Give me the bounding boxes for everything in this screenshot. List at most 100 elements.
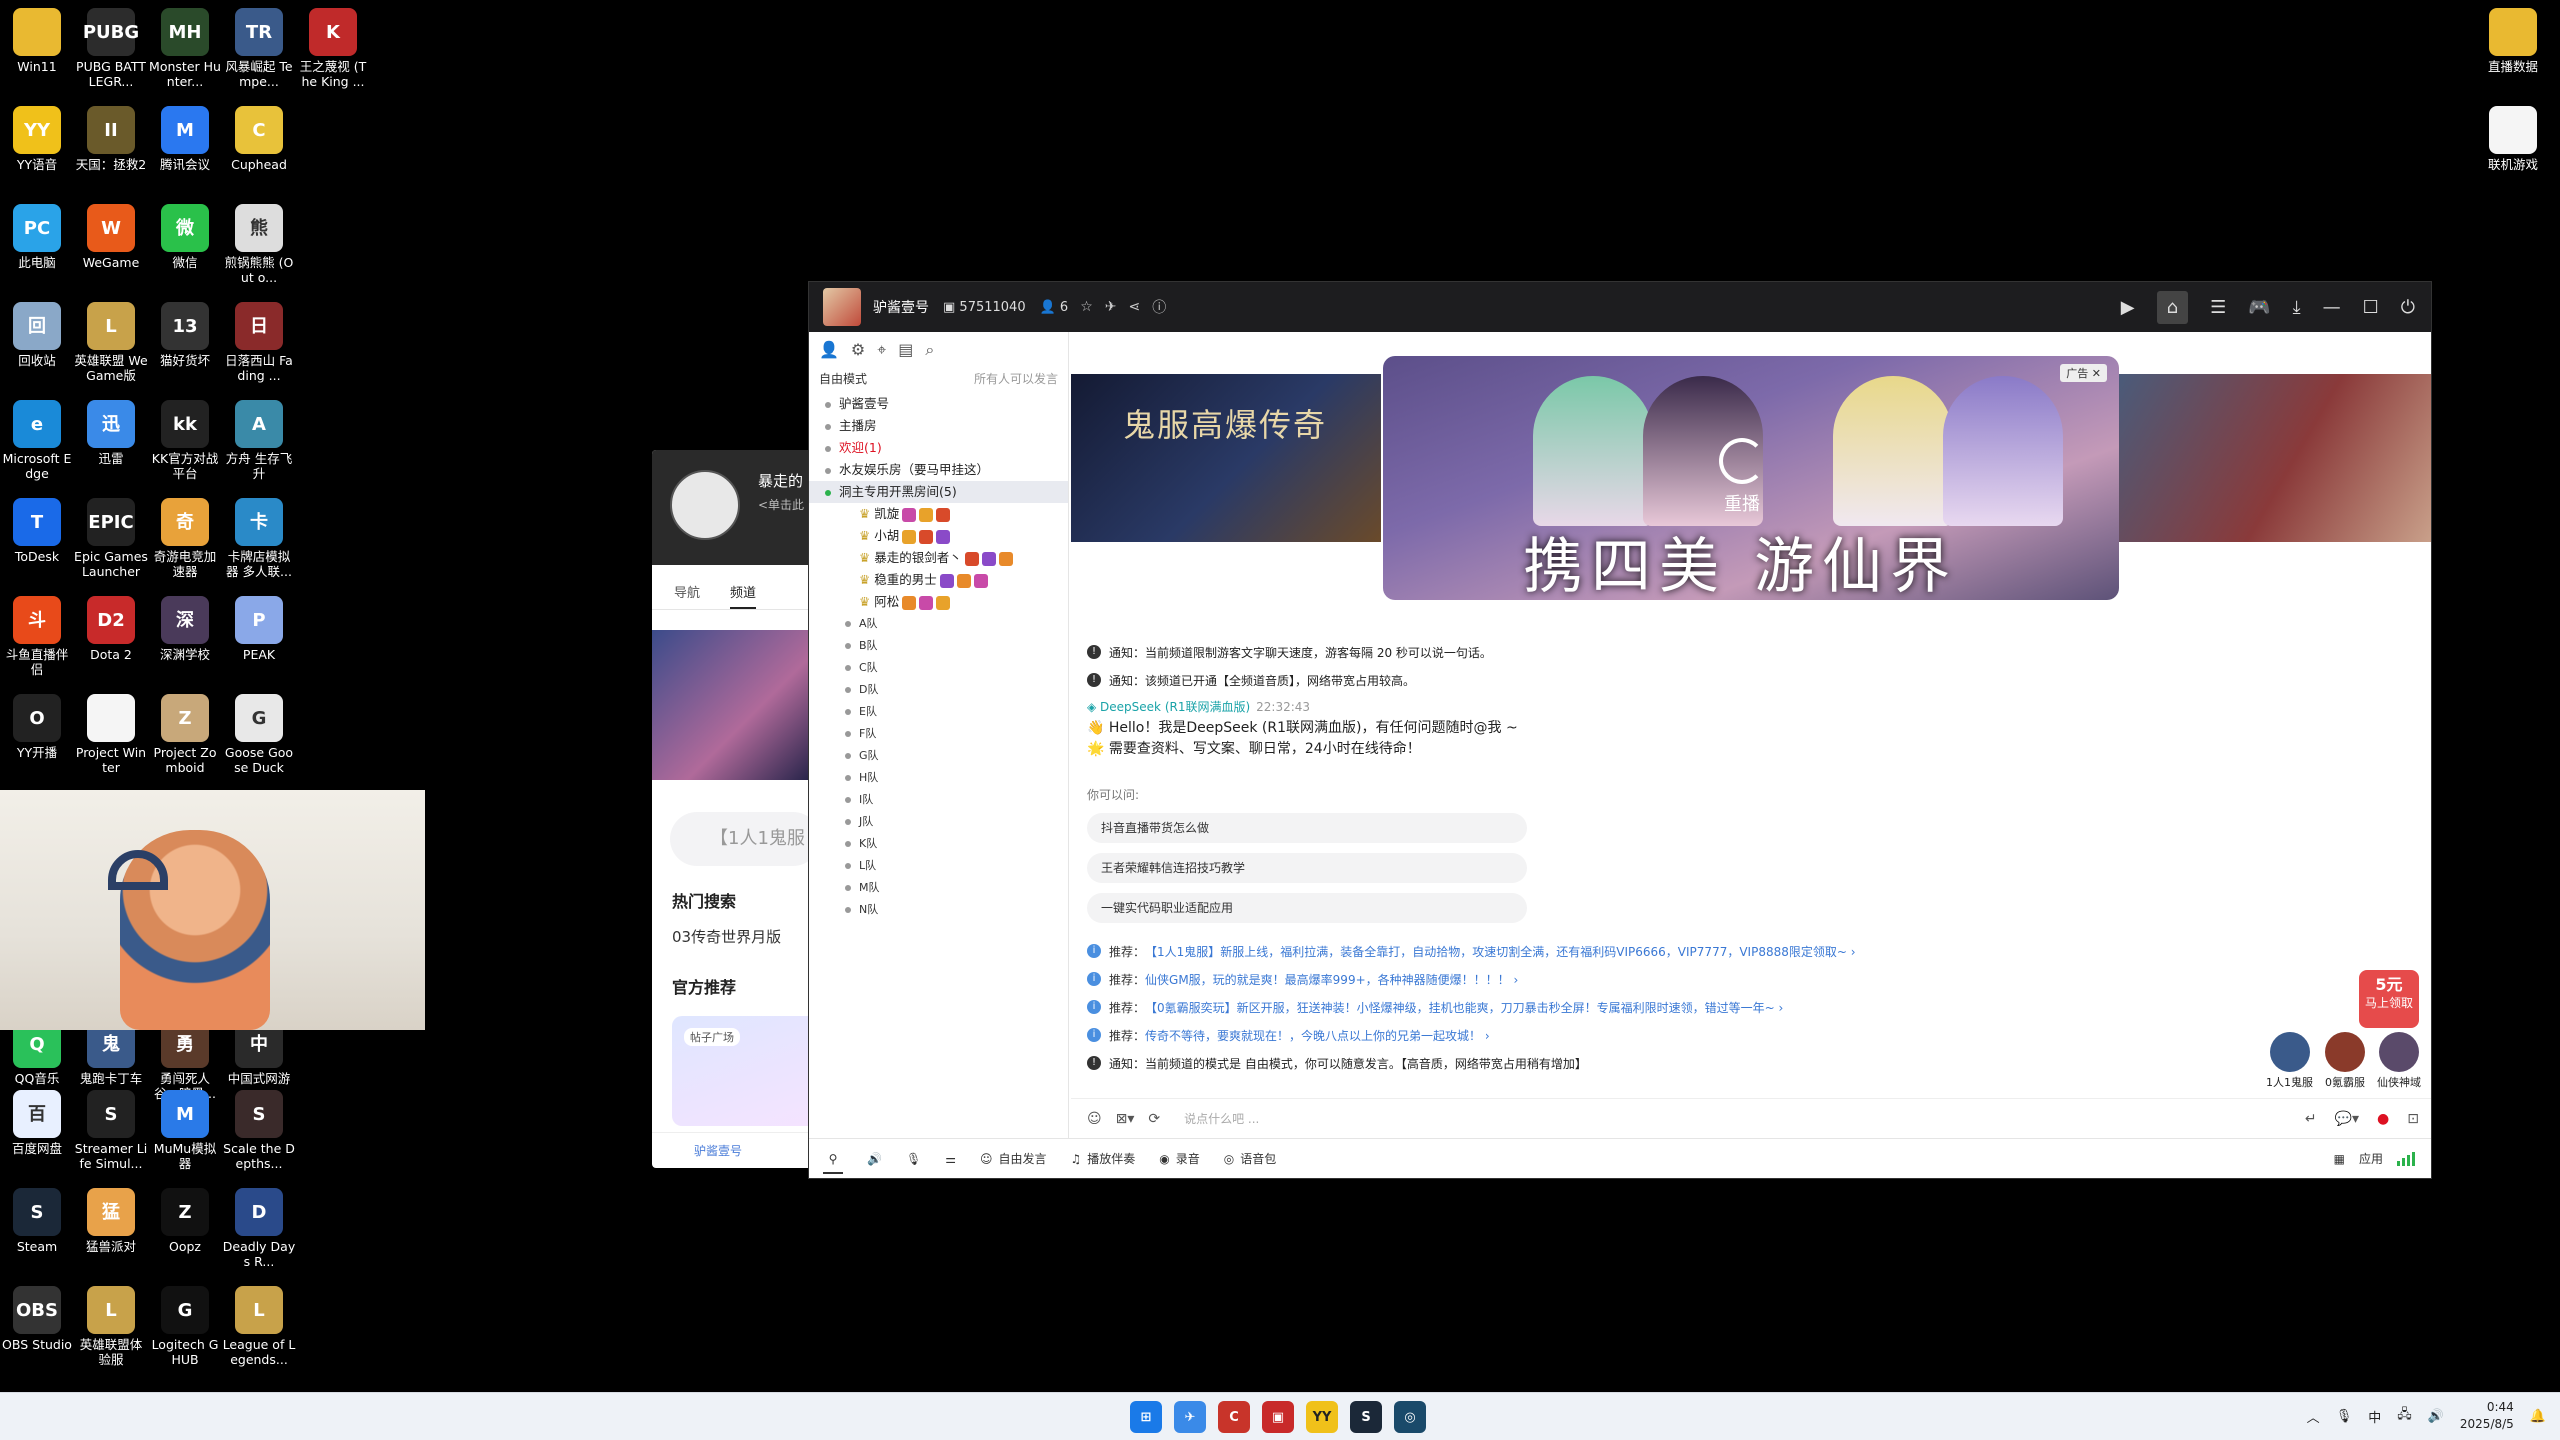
desktop-icon[interactable]: W WeGame xyxy=(74,200,148,270)
team-item[interactable]: H队 xyxy=(809,767,1068,789)
desktop-icon[interactable]: PUBG PUBG BATTLEGR... xyxy=(74,4,148,89)
enter-icon[interactable]: ↵ xyxy=(2305,1111,2317,1127)
power-icon[interactable]: ⏻ xyxy=(2401,297,2415,318)
avatar[interactable] xyxy=(670,470,740,540)
room-item[interactable]: 主播房 xyxy=(809,415,1068,437)
recommend-message[interactable]: i 推荐： 仙侠GM服，玩的就是爽！最高爆率999+，各种神器随便爆！！！！ › xyxy=(1087,965,2407,993)
record-button[interactable]: ◉ 录音 xyxy=(1159,1150,1200,1167)
maximize-icon[interactable]: ☐ xyxy=(2363,297,2379,318)
desktop-icon[interactable]: S Streamer Life Simul... xyxy=(74,1086,148,1171)
team-item[interactable]: N队 xyxy=(809,899,1068,921)
channel-avatar-item[interactable]: 1人1鬼服 xyxy=(2266,1032,2313,1090)
mic-red-icon[interactable]: ● xyxy=(2377,1111,2389,1127)
desktop-icon[interactable]: M MuMu模拟器 xyxy=(148,1086,222,1171)
desktop-icon[interactable]: kk KK官方对战平台 xyxy=(148,396,222,481)
steam-icon[interactable]: S xyxy=(1350,1401,1382,1433)
desktop-icon[interactable]: K 王之蔑视 (The King ... xyxy=(296,4,370,89)
desktop-icon[interactable]: P PEAK xyxy=(222,592,296,662)
recommend-link[interactable]: 传奇不等待，要爽就现在！，今晚八点以上你的兄弟一起攻城！ › xyxy=(1145,1027,1490,1044)
recommend-message[interactable]: i 推荐： 传奇不等待，要爽就现在！，今晚八点以上你的兄弟一起攻城！ › xyxy=(1087,1021,2407,1049)
suggest-chip[interactable]: 一键实代码职业适配应用 xyxy=(1087,893,1527,923)
windows-start-icon[interactable]: ⊞ xyxy=(1130,1401,1162,1433)
desktop-icon[interactable]: G Logitech G HUB xyxy=(148,1282,222,1367)
desktop-icon[interactable]: 卡卡牌店模拟器 多人联... xyxy=(222,494,296,579)
desktop-icon[interactable]: T ToDesk xyxy=(0,494,74,564)
desktop-icon[interactable]: 猛猛兽派对 xyxy=(74,1184,148,1254)
recommend-message[interactable]: i 推荐： 【1人1鬼服】新服上线，福利拉满，装备全靠打，自动拾物，攻速切割全满，还… xyxy=(1087,937,2407,965)
apps-label[interactable]: 应用 xyxy=(2359,1150,2383,1167)
desktop-icon[interactable]: 熊煎锅熊熊 (Out o... xyxy=(222,200,296,285)
favorite-icon[interactable]: ☆ xyxy=(1080,299,1093,315)
promo-red-packet[interactable]: 5元 马上领取 xyxy=(2359,970,2419,1028)
desktop-icon[interactable]: Win11 xyxy=(0,4,74,74)
desktop-icon[interactable]: L 英雄联盟 WeGame版 xyxy=(74,298,148,383)
room-item[interactable]: 洞主专用开黑房间(5) xyxy=(809,481,1068,503)
desktop-icon[interactable]: 百百度网盘 xyxy=(0,1086,74,1156)
chat-bubble-icon[interactable]: 💬▾ xyxy=(2335,1111,2359,1127)
desktop-icon[interactable]: II 天国：拯救2 xyxy=(74,102,148,172)
play-accompaniment-button[interactable]: ♫ 播放伴奏 xyxy=(1070,1150,1135,1167)
desktop-icon[interactable]: S Scale the Depths... xyxy=(222,1086,296,1171)
team-item[interactable]: D队 xyxy=(809,679,1068,701)
banner-image[interactable] xyxy=(652,630,810,780)
desktop-icon[interactable]: M 腾讯会议 xyxy=(148,102,222,172)
channel-avatar[interactable] xyxy=(823,288,861,326)
desktop-icon[interactable]: S Steam xyxy=(0,1184,74,1254)
gift-icon[interactable]: ⚙ xyxy=(851,340,865,359)
desktop-icon[interactable]: 微微信 xyxy=(148,200,222,270)
person-icon[interactable]: ⚲ xyxy=(823,1144,843,1174)
share-icon[interactable]: ⋖ xyxy=(1129,299,1141,315)
desktop-icon[interactable]: 13 猫好货坏 xyxy=(148,298,222,368)
channel-avatar-item[interactable]: 0氪霸服 xyxy=(2325,1032,2365,1090)
desktop-icon[interactable]: PC 此电脑 xyxy=(0,200,74,270)
user-item[interactable]: ♛ 稳重的男士 xyxy=(809,569,1068,591)
emoji-icon[interactable]: ☺ xyxy=(1087,1111,1102,1127)
volume-icon[interactable]: 🔊 xyxy=(2428,1409,2444,1424)
desktop-icon[interactable]: O YY开播 xyxy=(0,690,74,760)
chat-input[interactable]: 说点什么吧 ... xyxy=(1184,1110,1259,1127)
suggest-chip[interactable]: 王者荣耀韩信连招技巧教学 xyxy=(1087,853,1527,883)
network-icon[interactable]: 🖧 xyxy=(2397,1405,2412,1427)
desktop-icon[interactable]: L League of Legends... xyxy=(222,1282,296,1367)
bottom-channel-label[interactable]: 驴酱壹号 xyxy=(652,1132,810,1168)
user-item[interactable]: ♛ 阿松 xyxy=(809,591,1068,613)
tab-navigation[interactable]: 导航 xyxy=(674,582,700,601)
desktop-icon[interactable]: 迅迅雷 xyxy=(74,396,148,466)
desktop-icon[interactable]: A 方舟 生存飞升 xyxy=(222,396,296,481)
desktop-icon[interactable]: MH Monster Hunter... xyxy=(148,4,222,89)
desktop-icon[interactable]: 联机游戏 xyxy=(2476,102,2550,172)
recommend-link[interactable]: 仙侠GM服，玩的就是爽！最高爆率999+，各种神器随便爆！！！！ › xyxy=(1145,971,1518,988)
team-item[interactable]: C队 xyxy=(809,657,1068,679)
location-icon[interactable]: ⌖ xyxy=(877,340,886,359)
desktop-icon[interactable]: G Goose Goose Duck xyxy=(222,690,296,775)
xunlei-icon[interactable]: ✈ xyxy=(1174,1401,1206,1433)
notes-icon[interactable]: ▤ xyxy=(898,340,913,359)
minimize-icon[interactable]: — xyxy=(2323,297,2341,318)
history-icon[interactable]: ⟳ xyxy=(1148,1111,1160,1127)
desktop-icon[interactable]: 日日落西山 Fading ... xyxy=(222,298,296,383)
desktop-icon[interactable]: TR 风暴崛起 Tempe... xyxy=(222,4,296,89)
left-promo-art[interactable]: 鬼服高爆传奇 xyxy=(1071,374,1381,542)
suggest-chip[interactable]: 抖音直播带货怎么做 xyxy=(1087,813,1527,843)
notification-bell-icon[interactable]: 🔔 xyxy=(2530,1409,2546,1424)
desktop-icon[interactable]: 斗斗鱼直播伴侣 xyxy=(0,592,74,677)
gamepad-icon[interactable]: 🎮 xyxy=(2248,297,2270,318)
desktop-icon[interactable]: C Cuphead xyxy=(222,102,296,172)
search-input[interactable]: 【1人1鬼服 xyxy=(670,812,810,866)
desktop-icon[interactable]: 奇奇游电竞加速器 xyxy=(148,494,222,579)
ad-video-player[interactable]: 重播 携四美 游仙界 广告 ✕ xyxy=(1383,356,2119,600)
tray-chevron-icon[interactable]: ︿ xyxy=(2307,1407,2320,1426)
room-item[interactable]: 欢迎(1) xyxy=(809,437,1068,459)
gift-box-icon[interactable]: ⊡ xyxy=(2407,1111,2419,1127)
team-item[interactable]: J队 xyxy=(809,811,1068,833)
room-item[interactable]: 水友娱乐房（要马甲挂这） xyxy=(809,459,1068,481)
apps-grid-icon[interactable]: ▦ xyxy=(2334,1152,2345,1166)
desktop-icon[interactable]: EPIC Epic Games Launcher xyxy=(74,494,148,579)
plane-icon[interactable]: ✈ xyxy=(1105,299,1117,315)
tray-mic-icon[interactable]: 🎙 xyxy=(2336,1409,2353,1424)
info-icon[interactable]: ⓘ xyxy=(1152,297,1166,317)
ime-indicator[interactable]: 中 xyxy=(2368,1407,2381,1426)
free-speak-button[interactable]: ☺ 自由发言 xyxy=(980,1150,1047,1167)
desktop-icon[interactable]: L 英雄联盟体验服 xyxy=(74,1282,148,1367)
game-icon[interactable]: ▣ xyxy=(1262,1401,1294,1433)
